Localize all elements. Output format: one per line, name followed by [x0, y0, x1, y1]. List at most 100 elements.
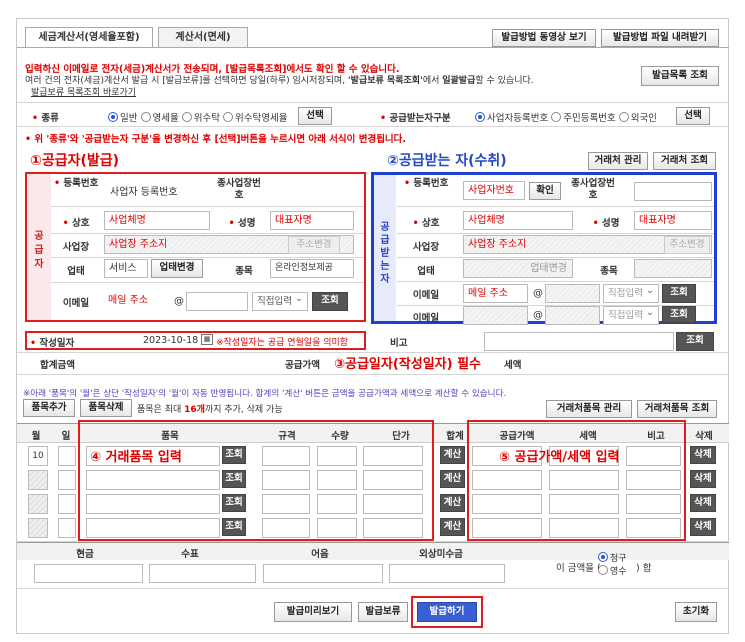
- receiver-at-sign: @: [533, 288, 543, 299]
- file-download-button[interactable]: 발급방법 파일 내려받기: [601, 29, 719, 47]
- col-day: 일: [61, 431, 71, 442]
- video-guide-button[interactable]: 발급방법 동영상 보기: [492, 29, 596, 47]
- divider: [397, 257, 714, 258]
- receiver-sub-input[interactable]: [634, 182, 712, 201]
- tab-invoice[interactable]: 계산서(면세): [158, 27, 248, 47]
- receiver-email2-query-button[interactable]: 조회: [662, 306, 696, 323]
- receiver-email-query-button[interactable]: 조회: [662, 284, 696, 303]
- partner-lookup-button[interactable]: 거래처 조회: [653, 152, 716, 170]
- note-label: 어음: [311, 549, 329, 560]
- radio-consign[interactable]: [181, 112, 192, 122]
- receiver-item-input[interactable]: [634, 259, 712, 278]
- supplier-rep-input[interactable]: 대표자명: [270, 211, 354, 230]
- radio-zero-rate[interactable]: [140, 112, 151, 122]
- radio-business[interactable]: [475, 112, 485, 122]
- receiver-rep-input[interactable]: 대표자명: [634, 211, 712, 230]
- supplier-domain-select[interactable]: 직접입력: [252, 290, 308, 311]
- radio-claim[interactable]: [598, 552, 608, 562]
- credit-input[interactable]: [389, 564, 505, 583]
- supplier-reg-input[interactable]: 사업자 등록번호: [104, 184, 209, 203]
- receiver-email-domain[interactable]: [545, 284, 600, 303]
- radio-consign-zero[interactable]: [223, 112, 234, 122]
- receiver-email2-id[interactable]: [463, 306, 528, 325]
- add-item-button[interactable]: 품목추가: [23, 399, 75, 417]
- radio-receipt[interactable]: [598, 565, 608, 575]
- hold-button[interactable]: 발급보류: [358, 602, 408, 622]
- supplier-addr-change-button[interactable]: 주소변경: [288, 236, 340, 254]
- memo-input[interactable]: [484, 332, 674, 351]
- supplier-email-domain[interactable]: [186, 292, 248, 311]
- divider: [17, 126, 729, 127]
- receiver-item-label: 종목: [600, 266, 618, 277]
- receiver-name-input[interactable]: 사업체명: [463, 211, 573, 230]
- divider: [51, 257, 364, 258]
- type-options[interactable]: 일반 영세율 위수탁 위수탁영세율: [108, 110, 288, 124]
- month-input[interactable]: [28, 494, 48, 514]
- supplier-item-input[interactable]: 온라인정보제공: [270, 259, 354, 278]
- supplier-at-sign: @: [174, 296, 184, 307]
- month-input[interactable]: [28, 470, 48, 490]
- supplier-name-input[interactable]: 사업체명: [104, 211, 210, 230]
- receiver-biz-input[interactable]: 업태변경: [463, 259, 573, 278]
- supplier-side-label: 공급자: [27, 174, 51, 320]
- issue-list-button[interactable]: 발급목록 조회: [641, 66, 719, 86]
- day-input[interactable]: [58, 446, 76, 466]
- claim-receipt-options[interactable]: 청구 영수: [598, 552, 627, 578]
- change-warning: • 위 '종류'와 '공급받는자 구분'을 변경하신 후 [선택]버튼을 누르시…: [25, 134, 407, 145]
- receiver-reg-input[interactable]: 사업자번호: [463, 181, 525, 200]
- date-input[interactable]: 2023-10-18: [143, 335, 198, 346]
- credit-label: 외상미수금: [419, 549, 463, 560]
- note-input[interactable]: [263, 564, 383, 583]
- supplier-email-query-button[interactable]: 조회: [312, 292, 348, 311]
- calc-button[interactable]: 계산: [440, 446, 465, 464]
- check-label: 수표: [181, 549, 199, 560]
- partner-manage-button[interactable]: 거래처 관리: [588, 152, 648, 170]
- delete-row-button[interactable]: 삭제: [690, 518, 716, 536]
- recv-select-button[interactable]: 선택: [676, 107, 710, 125]
- memo-query-button[interactable]: 조회: [676, 332, 714, 351]
- divider: [17, 374, 729, 375]
- supplier-email-id[interactable]: 메일 주소: [104, 292, 169, 311]
- col-month: 월: [31, 431, 41, 442]
- delete-row-button[interactable]: 삭제: [690, 494, 716, 512]
- delete-item-button[interactable]: 품목삭제: [80, 399, 132, 417]
- day-input[interactable]: [58, 470, 76, 490]
- col-delete: 삭제: [695, 431, 713, 442]
- supplier-biz-input[interactable]: 서비스: [104, 259, 148, 278]
- issue-button[interactable]: 발급하기: [417, 602, 477, 622]
- type-select-button[interactable]: 선택: [298, 107, 332, 125]
- cash-input[interactable]: [34, 564, 143, 583]
- month-input[interactable]: [28, 518, 48, 538]
- receiver-email-id[interactable]: 메일 주소: [463, 284, 528, 303]
- annot-date-required: ③공급일자(작성일자) 필수: [334, 357, 482, 372]
- calc-button[interactable]: 계산: [440, 494, 465, 512]
- partner-items-manage-button[interactable]: 거래처품목 관리: [546, 400, 632, 418]
- receiver-addr-change-button[interactable]: 주소변경: [664, 236, 710, 254]
- day-input[interactable]: [58, 518, 76, 538]
- preview-button[interactable]: 발급미리보기: [274, 602, 352, 622]
- delete-row-button[interactable]: 삭제: [690, 446, 716, 464]
- receiver-domain-select[interactable]: 직접입력: [603, 282, 659, 303]
- amount-text-a: 이 금액을 (: [556, 563, 601, 574]
- tab-tax-invoice[interactable]: 세금계산서(영세율포함): [25, 27, 153, 48]
- radio-foreigner[interactable]: [618, 112, 629, 122]
- radio-general[interactable]: [108, 112, 118, 122]
- calc-button[interactable]: 계산: [440, 518, 465, 536]
- calendar-icon[interactable]: ▦: [201, 334, 213, 345]
- receiver-email2-domain[interactable]: [545, 306, 600, 325]
- delete-row-button[interactable]: 삭제: [690, 470, 716, 488]
- month-input[interactable]: 10: [28, 446, 48, 466]
- recv-type-options[interactable]: 사업자등록번호 주민등록번호 외국인: [475, 110, 657, 124]
- radio-resident[interactable]: [551, 112, 562, 122]
- partner-items-lookup-button[interactable]: 거래처품목 조회: [637, 400, 717, 418]
- receiver-confirm-button[interactable]: 확인: [529, 182, 561, 200]
- receiver-domain2-select[interactable]: 직접입력: [603, 304, 659, 325]
- hold-list-link[interactable]: 발급보류 목록조회 바로가기: [31, 85, 136, 98]
- reset-button[interactable]: 초기화: [675, 602, 717, 622]
- type-label: • 종류: [32, 113, 59, 124]
- check-input[interactable]: [149, 564, 256, 583]
- calc-button[interactable]: 계산: [440, 470, 465, 488]
- supplier-biz-change-button[interactable]: 업태변경: [151, 259, 203, 278]
- divider: [17, 588, 729, 589]
- day-input[interactable]: [58, 494, 76, 514]
